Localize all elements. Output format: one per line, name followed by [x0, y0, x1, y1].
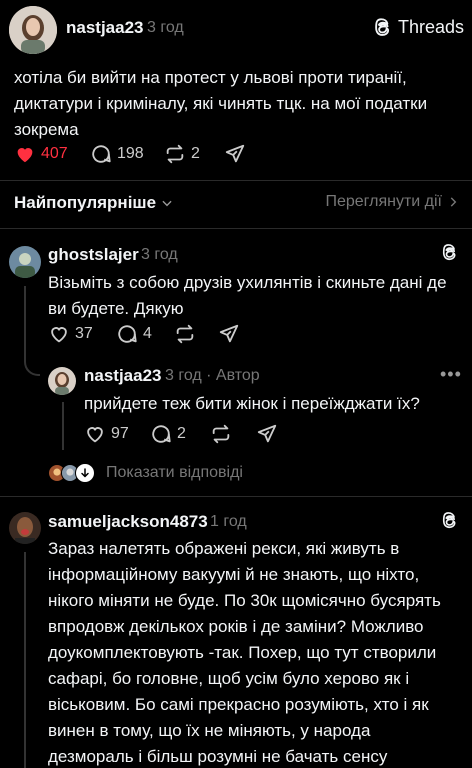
reply-text: прийдете теж бити жінок і переїжджати їх…: [84, 394, 420, 413]
threads-logo-icon[interactable]: [440, 510, 460, 530]
threads-brand[interactable]: Threads: [372, 16, 464, 38]
comment-1-time: 3 год: [141, 246, 178, 263]
more-options-icon[interactable]: •••: [440, 364, 462, 385]
repost-icon: [166, 144, 184, 164]
threads-brand-label: Threads: [398, 16, 465, 37]
reply-like-count: 97: [111, 425, 129, 442]
reply-thread-line: [62, 402, 64, 450]
heart-icon: [87, 427, 103, 443]
view-activity-label: Переглянути дії: [325, 193, 442, 210]
post-reply-count: 198: [117, 145, 144, 162]
comment-1-text: Візьміть з собою друзів ухилянтів і скин…: [48, 273, 447, 318]
comment-3-thread-line: [24, 552, 26, 768]
filter-divider: [0, 228, 472, 229]
sort-label: Найпопулярніше: [14, 193, 157, 212]
send-icon: [257, 424, 277, 443]
comment-1-reply-count: 4: [143, 325, 152, 342]
post-divider: [0, 180, 472, 181]
reply-avatar[interactable]: [48, 367, 76, 395]
threads-logo-icon[interactable]: [440, 242, 460, 262]
comment-1-like-button[interactable]: 37: [48, 322, 93, 346]
send-icon: [219, 324, 239, 343]
threads-logo-icon: [375, 18, 390, 36]
post-share-button[interactable]: [224, 142, 246, 166]
show-replies-link[interactable]: Показати відповіді: [48, 462, 243, 484]
reply-connector: [24, 354, 40, 376]
sort-dropdown[interactable]: Найпопулярніше: [14, 193, 174, 213]
post-reply-button[interactable]: 198: [90, 142, 144, 166]
comment-icon: [118, 325, 137, 343]
reply-author[interactable]: nastjaa23: [84, 366, 162, 386]
post-like-count: 407: [41, 145, 68, 162]
chevron-down-icon: [162, 200, 172, 207]
comment-1-author[interactable]: ghostslajer: [48, 245, 139, 265]
comment-3-author[interactable]: samueljackson4873: [48, 512, 208, 532]
reply-share-button[interactable]: [256, 422, 278, 446]
reply-reply-button[interactable]: 2: [150, 422, 186, 446]
repost-icon: [176, 324, 194, 344]
comment-1-avatar[interactable]: [9, 246, 41, 278]
comment-3-time: 1 год: [210, 513, 247, 530]
heart-icon: [51, 327, 67, 343]
arrow-down-icon: [75, 463, 95, 483]
view-activity-link[interactable]: Переглянути дії: [325, 193, 460, 211]
reply-reply-count: 2: [177, 425, 186, 442]
reply-meta: 3 год · Автор: [165, 367, 260, 384]
comment-3-text: Зараз налетять ображені рекси, які живут…: [48, 539, 441, 766]
chevron-right-icon: [450, 197, 457, 207]
comment-icon: [92, 145, 111, 163]
repost-icon: [212, 424, 230, 444]
comment-1-like-count: 37: [75, 325, 93, 342]
post-text: хотіла би вийти на протест у львові прот…: [14, 68, 428, 139]
comment-1-thread-line: [24, 286, 26, 356]
replier-avatars: [48, 462, 98, 484]
post-like-button[interactable]: 407: [14, 142, 68, 166]
comment-1-share-button[interactable]: [218, 322, 240, 346]
comment-1-repost-button[interactable]: [174, 322, 196, 346]
heart-filled-icon: [17, 148, 33, 163]
post-time: 3 год: [147, 19, 184, 36]
post-author-avatar[interactable]: [9, 6, 57, 54]
reply-like-button[interactable]: 97: [84, 422, 129, 446]
post-repost-count: 2: [191, 145, 200, 162]
post-repost-button[interactable]: 2: [164, 142, 200, 166]
send-icon: [225, 144, 245, 163]
post-author-name[interactable]: nastjaa23: [66, 18, 144, 38]
comment-icon: [152, 425, 171, 443]
comment-3-avatar[interactable]: [9, 512, 41, 544]
show-replies-label: Показати відповіді: [106, 464, 243, 481]
comment-divider: [0, 496, 472, 497]
reply-repost-button[interactable]: [210, 422, 232, 446]
comment-1-reply-button[interactable]: 4: [116, 322, 152, 346]
